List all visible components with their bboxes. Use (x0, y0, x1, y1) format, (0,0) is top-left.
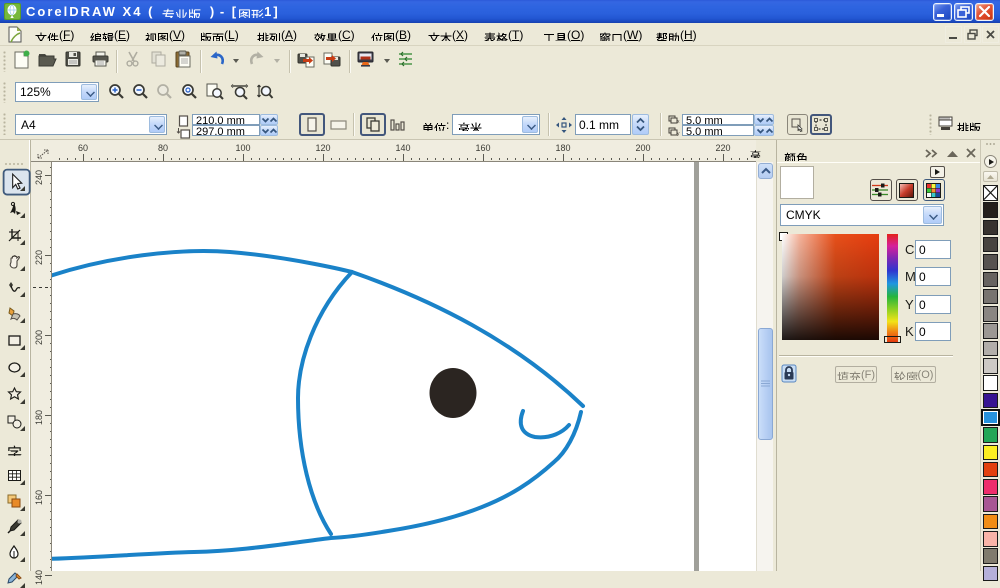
svg-text:y: y (677, 131, 680, 137)
svg-text:x: x (677, 119, 680, 125)
